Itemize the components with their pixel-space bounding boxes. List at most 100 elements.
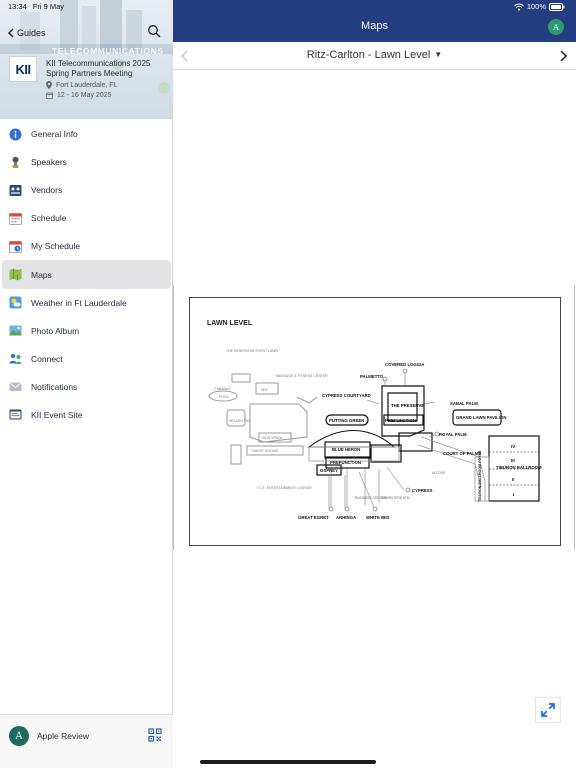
- label-putting-green: PUTTING GREEN: [329, 418, 364, 423]
- label-reservoir: THE RESERVOIR EVENT LAWN: [226, 349, 279, 353]
- sidebar-item-vendors[interactable]: Vendors: [0, 176, 173, 204]
- sidebar: 13:34 Fri 9 May Guides TELECOMMUNICATIONS…: [0, 0, 173, 768]
- sidebar-item-kii-event-site[interactable]: KII Event Site: [0, 401, 173, 429]
- label-massage: MASSAGE & FITNESS CENTER: [276, 374, 328, 378]
- label-guest-rooms: GUEST ROOMS: [252, 449, 279, 453]
- chevron-right-icon[interactable]: [557, 49, 569, 63]
- weather-icon: [9, 296, 22, 309]
- sidebar-item-weather[interactable]: Weather in Ft Lauderdale: [0, 289, 173, 317]
- sidebar-item-my-schedule[interactable]: My Schedule: [0, 232, 173, 260]
- sidebar-item-connect[interactable]: Connect: [0, 345, 173, 373]
- event-header: 13:34 Fri 9 May Guides TELECOMMUNICATIONS…: [0, 0, 173, 119]
- user-name[interactable]: Apple Review: [37, 731, 89, 741]
- event-location-text: Fort Lauderdale, FL: [56, 81, 118, 89]
- info-icon: [9, 128, 22, 141]
- people-icon: [9, 352, 22, 365]
- wifi-icon: [513, 3, 524, 11]
- back-to-guides-button[interactable]: Guides: [8, 26, 46, 40]
- sidebar-item-label: Photo Album: [31, 325, 80, 336]
- user-avatar[interactable]: A: [9, 726, 29, 746]
- map-edge: [173, 285, 174, 550]
- sidebar-footer: A Apple Review: [0, 714, 173, 768]
- sidebar-item-label: My Schedule: [31, 241, 81, 252]
- label-alcove: ALCOVE: [432, 471, 446, 475]
- label-the-preserve: THE PRESERVE: [391, 403, 424, 408]
- microphone-icon: [9, 156, 22, 169]
- sidebar-item-photo-album[interactable]: Photo Album: [0, 317, 173, 345]
- label-court-of-palms: COURT OF PALMS: [443, 451, 481, 456]
- ballroom-section-label: II: [512, 477, 515, 482]
- sidebar-item-label: Connect: [31, 353, 63, 364]
- event-title: KII Telecommunications 2025 Spring Partn…: [46, 59, 151, 78]
- home-indicator: [200, 760, 376, 764]
- calendar-small-icon: [46, 92, 53, 99]
- map-selector-bar: Ritz-Carlton - Lawn Level ▼: [173, 42, 576, 70]
- expand-icon: [541, 703, 555, 717]
- sidebar-item-schedule[interactable]: Schedule: [0, 204, 173, 232]
- label-white-ibis: WHITE IBIS: [366, 515, 390, 520]
- event-dates-text: 12 - 16 May 2025: [57, 92, 112, 99]
- label-prefunction-north: PREFUNCTION: [385, 418, 416, 423]
- sidebar-item-label: Speakers: [31, 157, 67, 168]
- sidebar-item-label: Maps: [31, 269, 52, 280]
- sidebar-item-label: Weather in Ft Lauderdale: [31, 297, 127, 308]
- label-palmetto: PALMETTO: [360, 374, 384, 379]
- label-tiburon-foyer: TIBURON BALLROOM FOYER: [478, 450, 482, 502]
- label-anhinga: ANHINGA: [336, 515, 356, 520]
- ballroom-section-label: IV: [511, 444, 515, 449]
- caret-down-icon: ▼: [434, 50, 443, 59]
- sidebar-item-notifications[interactable]: Notifications: [0, 373, 173, 401]
- label-computers-atm: COMPUTERS ATM: [381, 496, 410, 500]
- sidebar-item-maps[interactable]: Maps: [2, 260, 171, 289]
- label-kids: KIDS SPACE: [262, 436, 283, 440]
- label-osprey: OSPREY: [320, 468, 338, 473]
- map-icon: [9, 268, 22, 281]
- navigation-bar: 100% Maps A: [173, 0, 576, 42]
- label-tiburon-ballroom: TIBURON BALLROOM: [496, 465, 542, 470]
- my-calendar-icon: [9, 240, 22, 253]
- label-pool: POOL: [219, 395, 229, 399]
- status-time: 13:34: [8, 2, 27, 11]
- label-prefunction-south: PREFUNCTION: [330, 460, 361, 465]
- chevron-left-icon: [8, 28, 14, 38]
- vendors-icon: [9, 184, 22, 197]
- sidebar-item-label: KII Event Site: [31, 409, 83, 420]
- battery-percent: 100%: [526, 2, 546, 11]
- label-covered-loggia: COVERED LOGGIA: [385, 362, 424, 367]
- sidebar-item-speakers[interactable]: Speakers: [0, 148, 173, 176]
- label-ice: I.C.E. ENTERTAINMENT LOUNGE: [257, 486, 313, 490]
- sidebar-item-label: General Info: [31, 129, 78, 140]
- ballroom-section-label: I: [513, 492, 514, 497]
- header-overlay-text: TELECOMMUNICATIONS: [52, 46, 164, 56]
- profile-avatar[interactable]: A: [548, 19, 564, 35]
- page-title: Maps: [361, 20, 388, 32]
- battery-icon: [549, 2, 565, 11]
- ballroom-section-label: III: [511, 458, 515, 463]
- label-royal-palm: ROYAL PALM: [439, 432, 467, 437]
- search-icon[interactable]: [147, 24, 161, 38]
- label-splash: SPLASH TIKI: [229, 419, 250, 423]
- label-great-egret: GREAT EGRET: [298, 515, 329, 520]
- sidebar-item-label: Schedule: [31, 213, 67, 224]
- map-edge: [574, 285, 575, 550]
- calendar-icon: [9, 212, 22, 225]
- back-label: Guides: [17, 28, 46, 38]
- location-pin-icon: [46, 81, 52, 89]
- app-window: 13:34 Fri 9 May Guides TELECOMMUNICATIONS…: [0, 0, 576, 768]
- qr-code-icon[interactable]: [148, 728, 162, 742]
- selected-map-label: Ritz-Carlton - Lawn Level: [306, 49, 431, 61]
- label-cabanas: CABANAS: [214, 387, 231, 391]
- event-location: Fort Lauderdale, FL: [46, 81, 117, 89]
- sidebar-item-general-info[interactable]: General Info: [0, 120, 173, 148]
- floor-plan-image[interactable]: LAWN LEVEL THE RESERVOIR EVENT LAWN MASS…: [189, 297, 561, 546]
- sidebar-item-label: Notifications: [31, 381, 78, 392]
- event-dates: 12 - 16 May 2025: [46, 92, 111, 99]
- label-grand-lawn: GRAND LAWN PAVILION: [456, 415, 506, 420]
- photo-icon: [9, 324, 22, 337]
- map-viewer[interactable]: LAWN LEVEL THE RESERVOIR EVENT LAWN MASS…: [173, 70, 576, 768]
- label-spa: SPA: [261, 388, 268, 392]
- expand-map-button[interactable]: [535, 697, 561, 723]
- envelope-icon: [9, 380, 22, 393]
- map-dropdown[interactable]: Ritz-Carlton - Lawn Level ▼: [173, 49, 576, 61]
- label-blue-heron: BLUE HERON: [332, 447, 360, 452]
